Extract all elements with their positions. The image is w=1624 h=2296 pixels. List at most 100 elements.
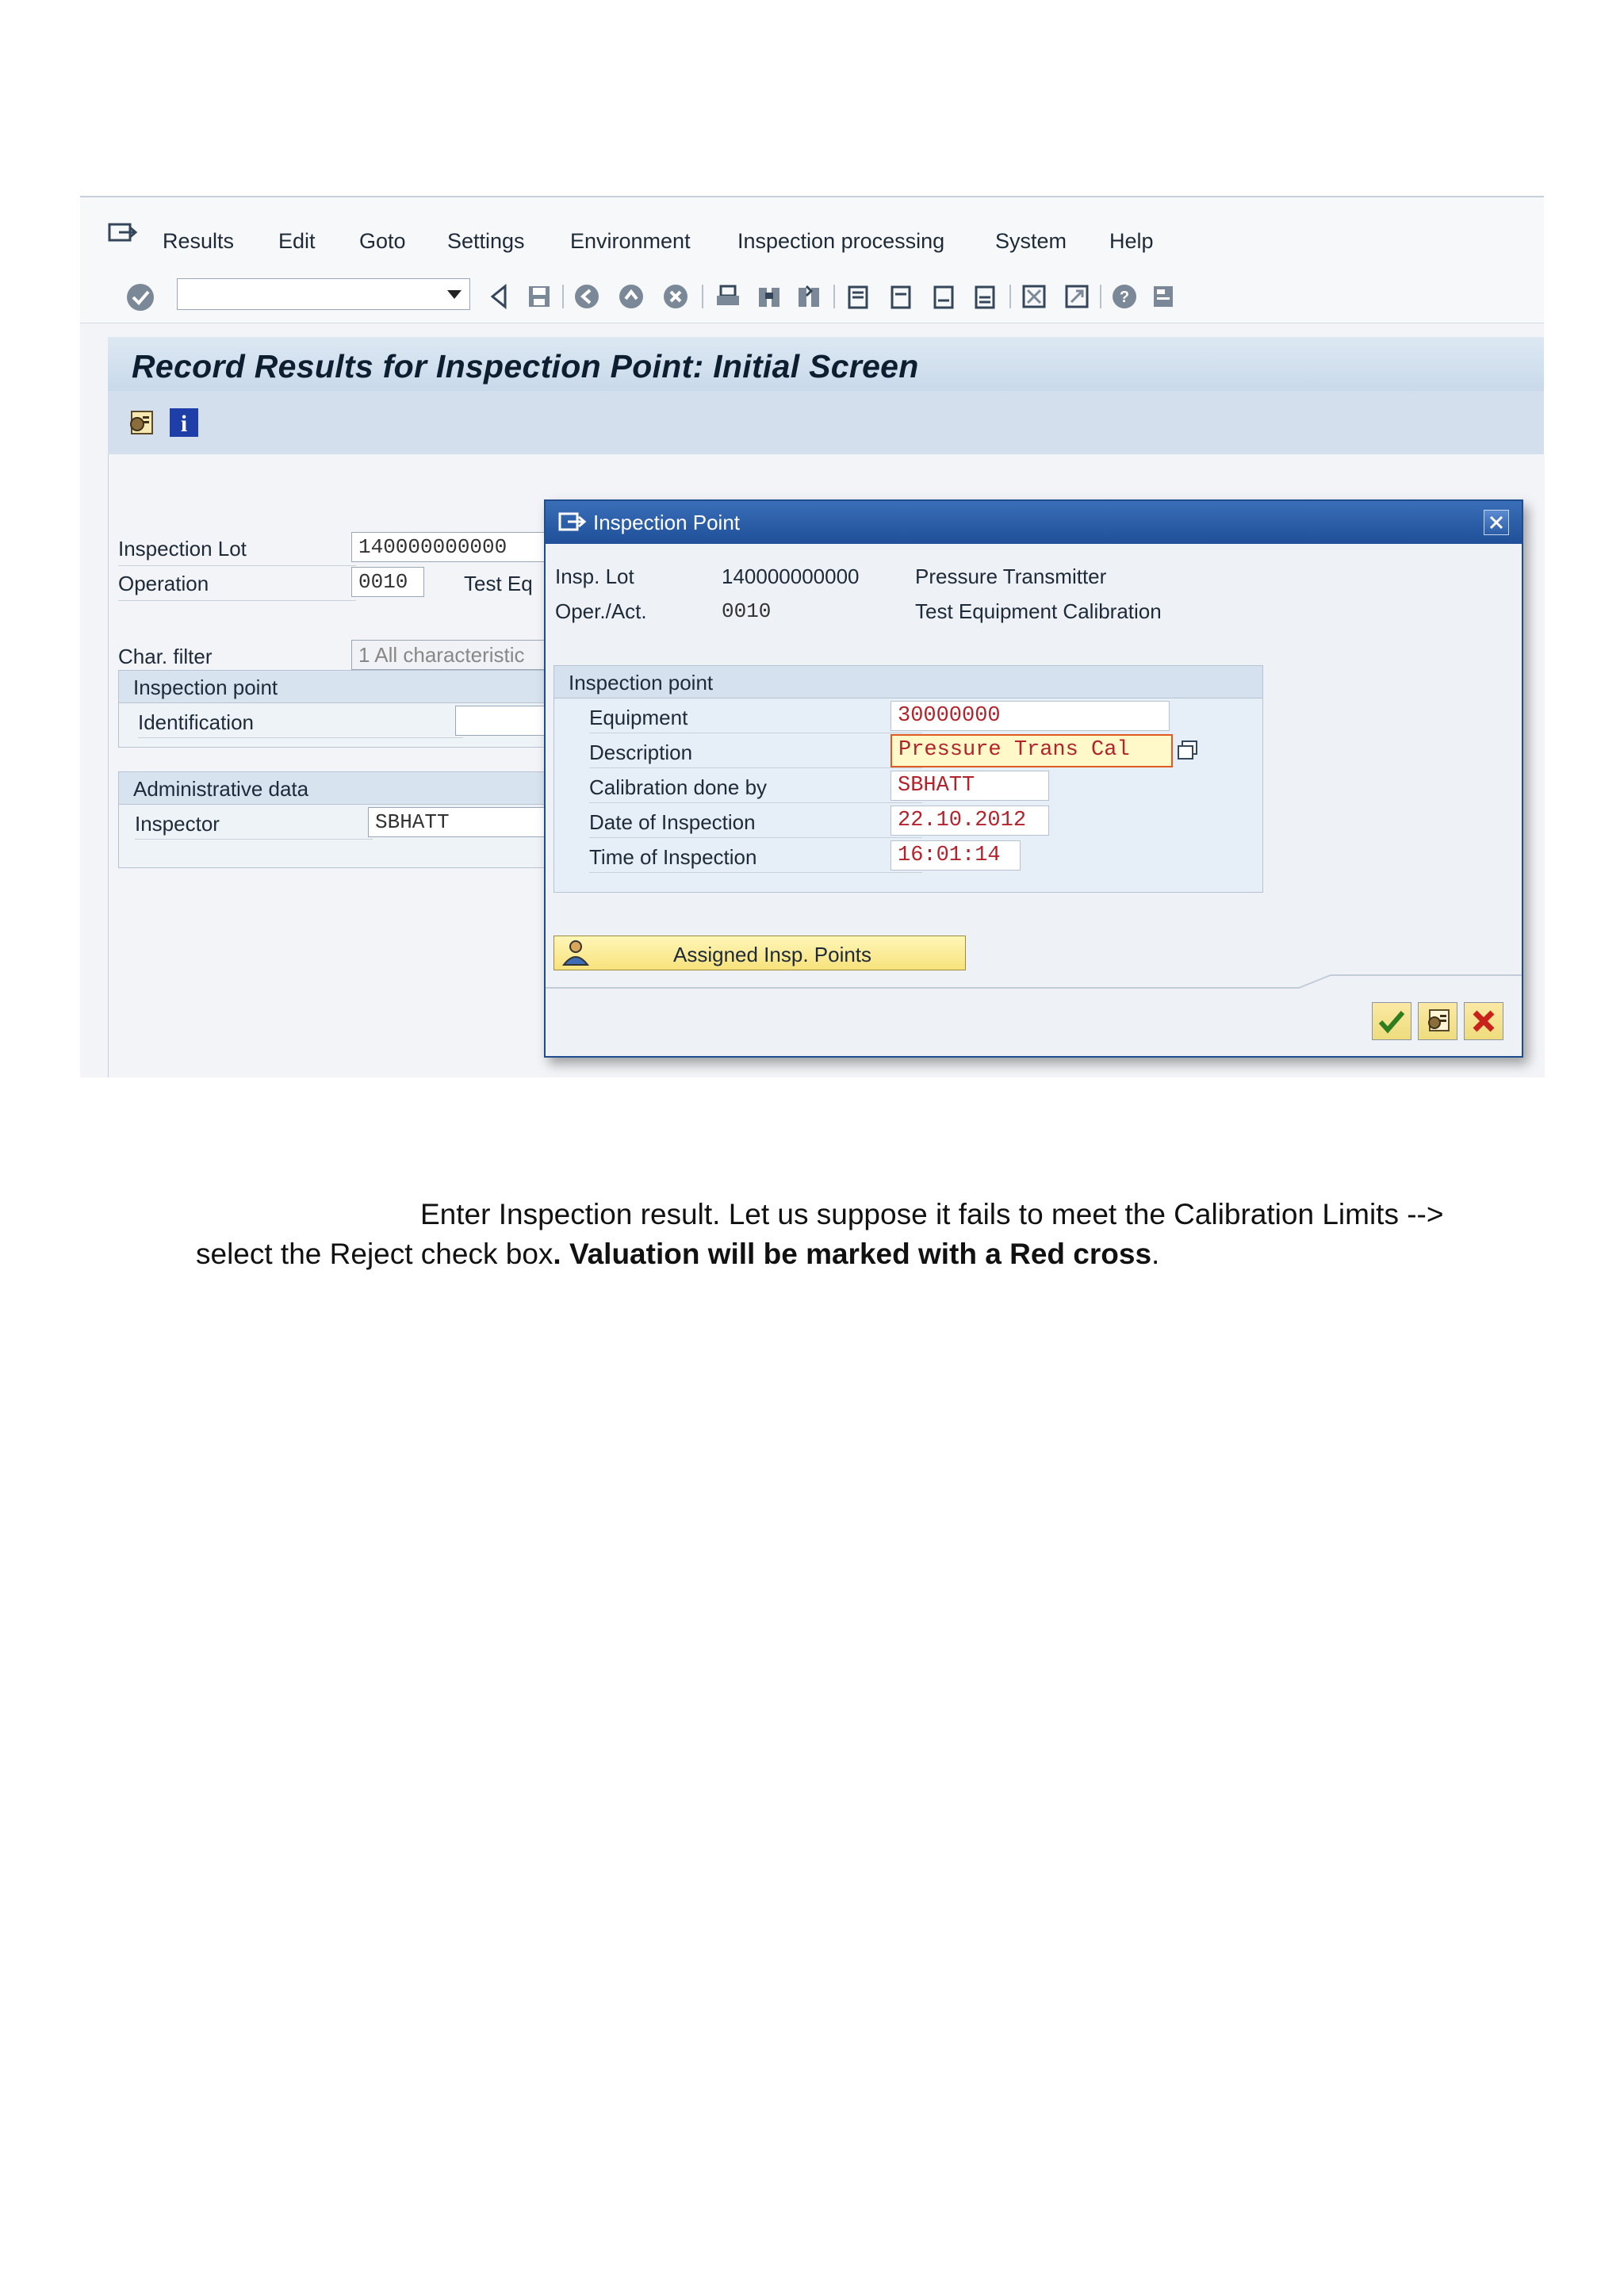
char-filter-label: Char. filter [118,645,213,668]
inspection-point-group-title: Inspection point [133,675,278,699]
assigned-insp-points-button[interactable]: Assigned Insp. Points [553,936,966,970]
cancel-button[interactable] [1464,1002,1503,1040]
dialog-title-bar[interactable]: Inspection Point [546,501,1522,544]
separator [1009,285,1011,308]
calibration-done-by-field[interactable]: SBHATT [891,771,1049,801]
date-of-inspection-label: Date of Inspection [589,810,756,834]
previous-page-icon[interactable] [887,283,914,310]
assigned-points-icon [561,940,590,966]
divider [589,872,922,873]
oper-act-value: 0010 [722,599,772,623]
menu-environment[interactable]: Environment [570,229,691,254]
instructions: Enter Inspection result. Let us suppose … [196,1195,1496,1274]
close-button[interactable] [1484,510,1509,535]
inspection-point-group: Inspection point Identification [118,670,611,748]
save-icon[interactable] [526,283,553,310]
calibration-done-by-label: Calibration done by [589,775,768,799]
inspection-point-group-title: Inspection point [569,671,714,695]
inspection-point-dialog: Inspection Point Insp. Lot 140000000000 … [544,499,1523,1058]
char-filter-field[interactable]: 1 All characteristic [351,640,557,670]
checkmark-icon [1378,1011,1405,1034]
help-icon[interactable]: ? [1111,283,1138,310]
toolbar: ? [80,267,1544,323]
exit-icon[interactable] [618,283,645,310]
layout-menu-icon[interactable] [1151,283,1178,310]
page-title: Record Results for Inspection Point: Ini… [132,348,919,385]
separator [833,285,835,308]
find-icon[interactable] [756,283,783,310]
continue-button[interactable] [1372,1002,1411,1040]
divider [589,837,922,838]
separator [702,285,703,308]
divider [589,802,922,803]
title-bar: Record Results for Inspection Point: Ini… [108,337,1544,391]
menu-goto[interactable]: Goto [359,229,406,254]
instruction-end: . [1151,1238,1160,1270]
next-page-icon[interactable] [930,283,957,310]
inspection-lot-label: Inspection Lot [118,537,247,561]
administrative-data-title: Administrative data [133,777,309,801]
print-icon[interactable] [714,283,741,310]
insp-lot-label: Insp. Lot [555,564,634,588]
date-of-inspection-field[interactable]: 22.10.2012 [891,806,1049,836]
menu-help[interactable]: Help [1109,229,1154,254]
divider [138,737,463,738]
equipment-label: Equipment [589,706,688,729]
instruction-line-1: Enter Inspection result. Let us suppose … [420,1198,1444,1230]
menu-inspection-processing[interactable]: Inspection processing [737,229,944,254]
svg-text:i: i [181,411,187,437]
command-field[interactable] [177,278,470,310]
time-of-inspection-label: Time of Inspection [589,845,757,869]
operation-label: Operation [118,572,209,595]
close-icon [1489,515,1503,530]
cancel-icon[interactable] [662,283,689,310]
menu-edit[interactable]: Edit [278,229,316,254]
menu-bar: Results Edit Goto Settings Environment I… [80,197,1544,268]
menu-results[interactable]: Results [163,229,234,254]
shortcut-icon[interactable] [1063,283,1090,310]
divider [118,565,356,566]
settings-icon[interactable] [125,407,157,438]
assigned-insp-points-label: Assigned Insp. Points [673,943,872,966]
menu-icon[interactable] [108,221,140,247]
divider [546,974,1522,989]
first-page-icon[interactable] [845,283,871,310]
administrative-data-group: Administrative data Inspector SBHATT [118,771,611,868]
settings-button[interactable] [1418,1002,1457,1040]
dialog-title: Inspection Point [593,511,741,534]
instruction-emphasis: . Valuation will be marked with a Red cr… [553,1238,1152,1270]
cancel-icon [1473,1010,1495,1032]
back-icon[interactable] [486,283,513,310]
description-field[interactable]: Pressure Trans Cal [891,734,1173,767]
dialog-icon [558,512,587,531]
oper-act-label: Oper./Act. [555,599,647,623]
separator [562,285,564,308]
settings-icon [1428,1009,1450,1031]
inspector-label: Inspector [135,812,220,836]
identification-label: Identification [138,710,254,734]
operation-field[interactable]: 0010 [351,567,424,597]
separator [1100,285,1101,308]
enter-icon[interactable] [124,281,156,313]
create-session-icon[interactable] [1021,283,1048,310]
application-toolbar: i [108,391,1544,454]
divider [589,767,922,768]
inspection-lot-field[interactable]: 140000000000 [351,532,557,562]
back-nav-icon[interactable] [573,283,600,310]
menu-settings[interactable]: Settings [447,229,525,254]
divider [118,600,356,601]
info-icon[interactable]: i [168,407,200,438]
operation-description: Test Eq [464,572,533,595]
find-next-icon[interactable] [795,283,822,310]
equipment-field[interactable]: 30000000 [891,701,1170,731]
menu-system[interactable]: System [995,229,1067,254]
chevron-down-icon[interactable] [447,290,462,299]
time-of-inspection-field[interactable]: 16:01:14 [891,840,1021,871]
insp-lot-description: Pressure Transmitter [915,564,1107,588]
last-page-icon[interactable] [971,283,998,310]
insp-lot-value: 140000000000 [722,564,860,588]
instruction-line-2: select the Reject check box. Valuation w… [196,1234,1496,1274]
inspection-point-group: Inspection point Equipment 30000000 Desc… [553,665,1263,893]
description-label: Description [589,740,693,764]
long-text-icon[interactable] [1176,739,1200,763]
